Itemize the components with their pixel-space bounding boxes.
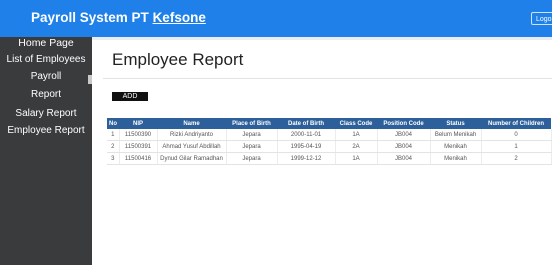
cell-place-of-birth: Jepara bbox=[226, 152, 278, 165]
col-header-date-of-birth[interactable]: Date of Birth bbox=[277, 118, 335, 129]
cell-name: Rizki Andriyanto bbox=[157, 129, 227, 141]
sidebar-item-employee-report[interactable]: Employee Report bbox=[0, 125, 92, 136]
cell-name: Ahmad Yusuf Abdillah bbox=[157, 140, 227, 153]
cell-no: 1 bbox=[107, 129, 120, 141]
col-header-place-of-birth[interactable]: Place of Birth bbox=[226, 118, 277, 129]
cell-place-of-birth: Jepara bbox=[226, 129, 278, 141]
table-row[interactable]: 3 11500416 Dynud Gilar Ramadhan Jepara 1… bbox=[107, 152, 552, 165]
employee-table: No NIP Name Place of Birth Date of Birth… bbox=[107, 118, 552, 165]
cell-no: 3 bbox=[107, 152, 120, 165]
cell-class-code: 2A bbox=[335, 140, 378, 153]
content-top-strip bbox=[92, 37, 552, 40]
page-title: Employee Report bbox=[112, 50, 244, 69]
cell-position-code: JB004 bbox=[377, 140, 431, 153]
sidebar-item-report[interactable]: Report bbox=[0, 89, 92, 100]
col-header-class-code[interactable]: Class Code bbox=[335, 118, 377, 129]
top-navbar: Payroll System PT Kefsone Logout bbox=[0, 0, 552, 37]
table-row[interactable]: 1 11500390 Rizki Andriyanto Jepara 2000-… bbox=[107, 129, 552, 141]
cell-number-of-children: 1 bbox=[481, 140, 552, 153]
logout-button[interactable]: Logout bbox=[531, 12, 552, 25]
cell-nip: 11500390 bbox=[119, 129, 158, 141]
cell-date-of-birth: 1999-12-12 bbox=[277, 152, 336, 165]
cell-class-code: 1A bbox=[335, 129, 378, 141]
sidebar: Home Page List of Employees Payroll Repo… bbox=[0, 37, 92, 265]
add-button[interactable]: ADD bbox=[112, 92, 148, 101]
title-divider bbox=[103, 78, 552, 79]
col-header-status[interactable]: Status bbox=[430, 118, 481, 129]
cell-position-code: JB004 bbox=[377, 152, 431, 165]
cell-position-code: JB004 bbox=[377, 129, 431, 141]
cell-status: Belum Menikah bbox=[430, 129, 482, 141]
cell-date-of-birth: 2000-11-01 bbox=[277, 129, 336, 141]
app-title: Payroll System PT Kefsone bbox=[31, 10, 206, 25]
cell-number-of-children: 2 bbox=[481, 152, 552, 165]
table-row[interactable]: 2 11500391 Ahmad Yusuf Abdillah Jepara 1… bbox=[107, 140, 552, 153]
cell-no: 2 bbox=[107, 140, 120, 153]
sidebar-item-payroll[interactable]: Payroll bbox=[0, 71, 92, 82]
cell-status: Menikah bbox=[430, 140, 482, 153]
col-header-number-of-children[interactable]: Number of Children bbox=[481, 118, 551, 129]
sidebar-item-employees[interactable]: List of Employees bbox=[0, 54, 92, 65]
col-header-position-code[interactable]: Position Code bbox=[377, 118, 430, 129]
cell-class-code: 1A bbox=[335, 152, 378, 165]
cell-date-of-birth: 1995-04-19 bbox=[277, 140, 336, 153]
cell-status: Menikah bbox=[430, 152, 482, 165]
brand-link[interactable]: Kefsone bbox=[153, 10, 206, 25]
sidebar-item-home[interactable]: Home Page bbox=[0, 37, 92, 49]
cell-place-of-birth: Jepara bbox=[226, 140, 278, 153]
cell-number-of-children: 0 bbox=[481, 129, 552, 141]
sidebar-item-salary-report[interactable]: Salary Report bbox=[0, 108, 92, 119]
col-header-nip[interactable]: NIP bbox=[119, 118, 157, 129]
col-header-no[interactable]: No bbox=[107, 118, 119, 129]
cell-name: Dynud Gilar Ramadhan bbox=[157, 152, 227, 165]
cell-nip: 11500416 bbox=[119, 152, 158, 165]
app-title-prefix: Payroll System PT bbox=[31, 10, 153, 25]
cell-nip: 11500391 bbox=[119, 140, 158, 153]
table-header-row: No NIP Name Place of Birth Date of Birth… bbox=[107, 118, 551, 129]
col-header-name[interactable]: Name bbox=[157, 118, 226, 129]
